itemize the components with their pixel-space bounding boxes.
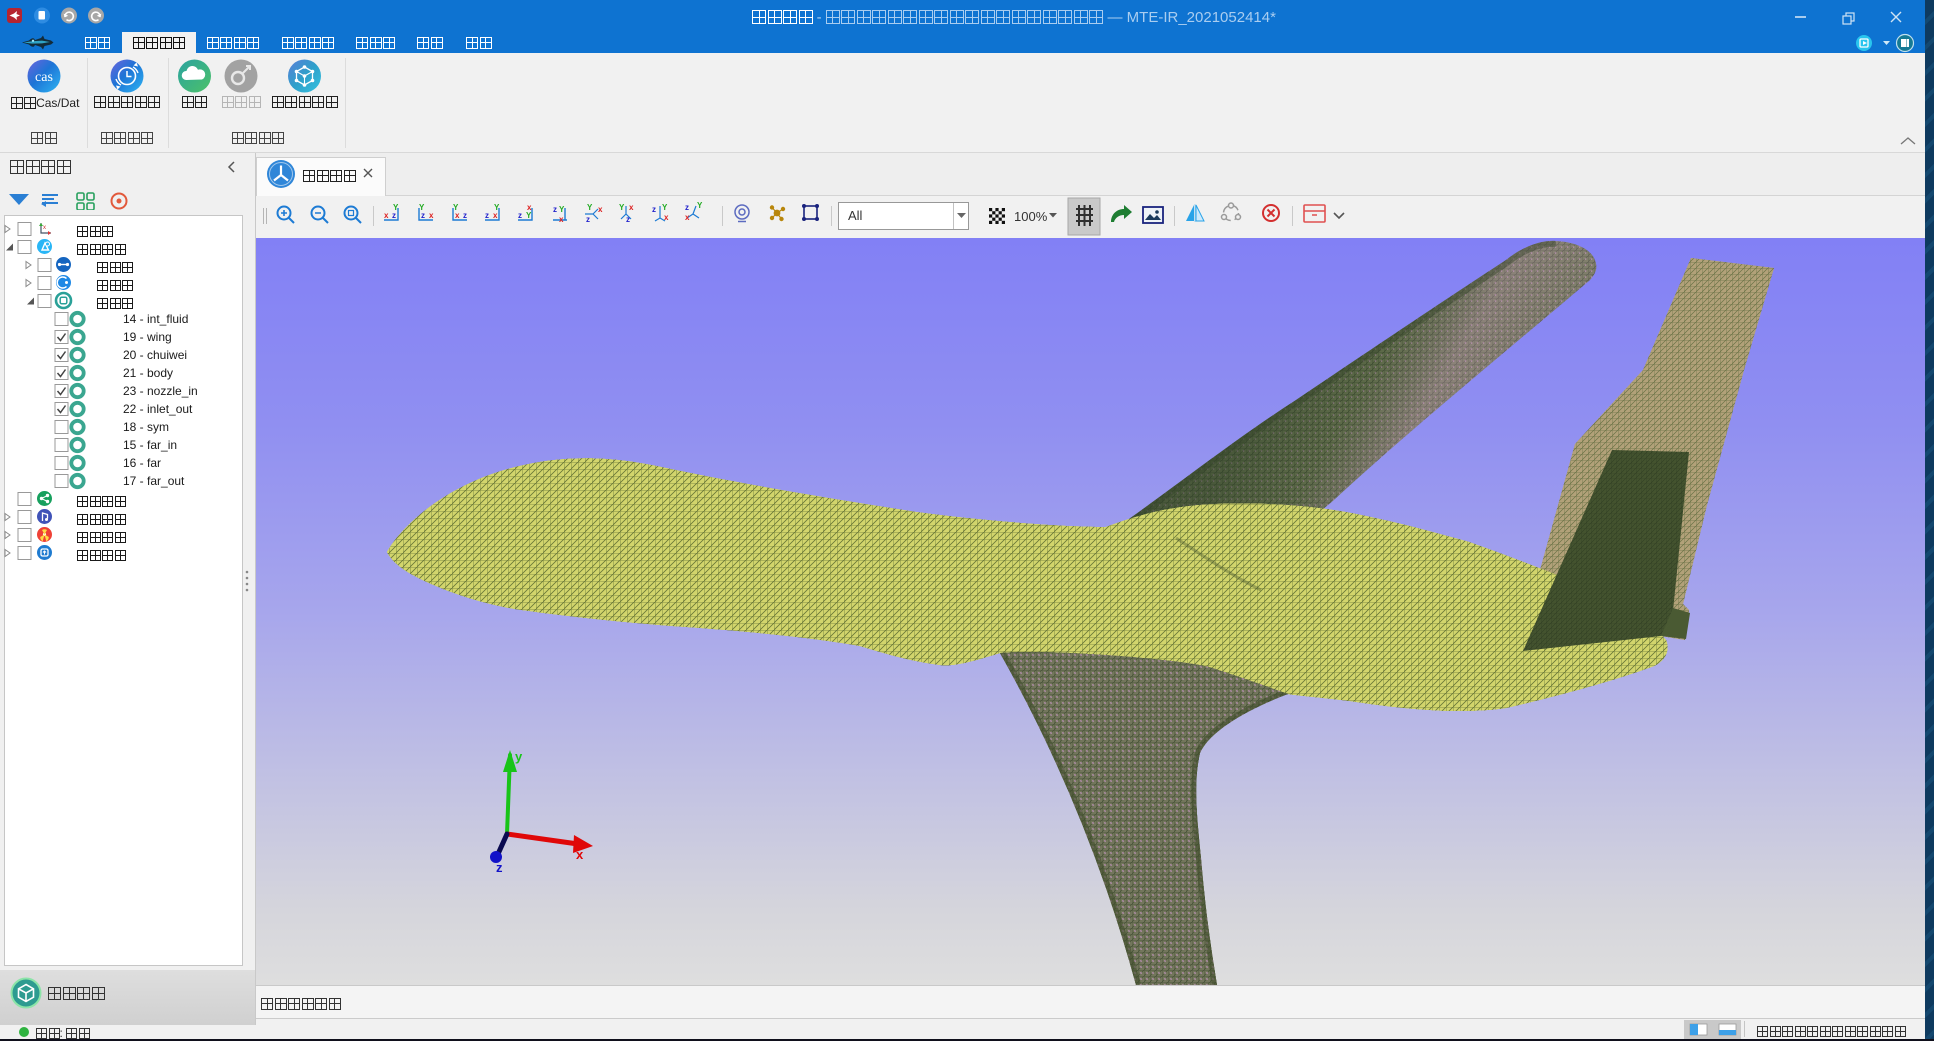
svg-text:cas: cas bbox=[35, 70, 53, 85]
svg-text:15 - far_in: 15 - far_in bbox=[123, 438, 177, 452]
svg-text:Y: Y bbox=[662, 203, 668, 212]
svg-text:z: z bbox=[626, 215, 630, 224]
svg-text:x: x bbox=[384, 211, 389, 220]
svg-text:x: x bbox=[43, 225, 46, 231]
svg-text:Y: Y bbox=[697, 201, 703, 210]
svg-text:Y: Y bbox=[393, 203, 399, 212]
svg-text:19 - wing: 19 - wing bbox=[123, 330, 172, 344]
svg-text:All: All bbox=[848, 208, 863, 223]
svg-text:Y: Y bbox=[619, 203, 625, 212]
svg-text:x: x bbox=[493, 211, 498, 220]
svg-text:x: x bbox=[576, 847, 584, 862]
svg-text:z: z bbox=[553, 205, 557, 214]
svg-text:x: x bbox=[629, 203, 634, 212]
svg-text:z: z bbox=[485, 211, 489, 220]
svg-text:Y: Y bbox=[526, 211, 532, 220]
svg-text:z: z bbox=[685, 203, 689, 212]
svg-text:z: z bbox=[463, 211, 467, 220]
svg-text:z: z bbox=[392, 211, 396, 220]
svg-text:16 - far: 16 - far bbox=[123, 456, 161, 470]
svg-text:x: x bbox=[455, 211, 460, 220]
svg-text:z: z bbox=[586, 215, 590, 224]
svg-text:Y: Y bbox=[453, 203, 459, 212]
svg-text:14 - int_fluid: 14 - int_fluid bbox=[123, 312, 188, 326]
svg-text:Y: Y bbox=[559, 205, 565, 214]
svg-text:x: x bbox=[664, 213, 669, 222]
svg-text:z: z bbox=[496, 860, 503, 875]
svg-text:z: z bbox=[421, 211, 425, 220]
svg-text:z: z bbox=[518, 211, 522, 220]
svg-text:17 - far_out: 17 - far_out bbox=[123, 474, 185, 488]
svg-text:Y: Y bbox=[494, 203, 500, 212]
svg-text:Y: Y bbox=[419, 203, 425, 212]
svg-text:100%: 100% bbox=[1014, 209, 1048, 224]
svg-text:x: x bbox=[559, 215, 564, 224]
svg-text:z: z bbox=[652, 205, 656, 214]
svg-text:21 - body: 21 - body bbox=[123, 366, 173, 380]
svg-text:20 - chuiwei: 20 - chuiwei bbox=[123, 348, 187, 362]
svg-text:y: y bbox=[515, 749, 523, 764]
svg-text:22 - inlet_out: 22 - inlet_out bbox=[123, 402, 193, 416]
svg-text:Y: Y bbox=[587, 203, 593, 212]
svg-text:23 - nozzle_in: 23 - nozzle_in bbox=[123, 384, 198, 398]
svg-text:x: x bbox=[685, 213, 690, 222]
svg-text:x: x bbox=[598, 205, 603, 214]
svg-text:x: x bbox=[429, 211, 434, 220]
svg-text:x: x bbox=[527, 203, 532, 212]
svg-text:18 - sym: 18 - sym bbox=[123, 420, 169, 434]
